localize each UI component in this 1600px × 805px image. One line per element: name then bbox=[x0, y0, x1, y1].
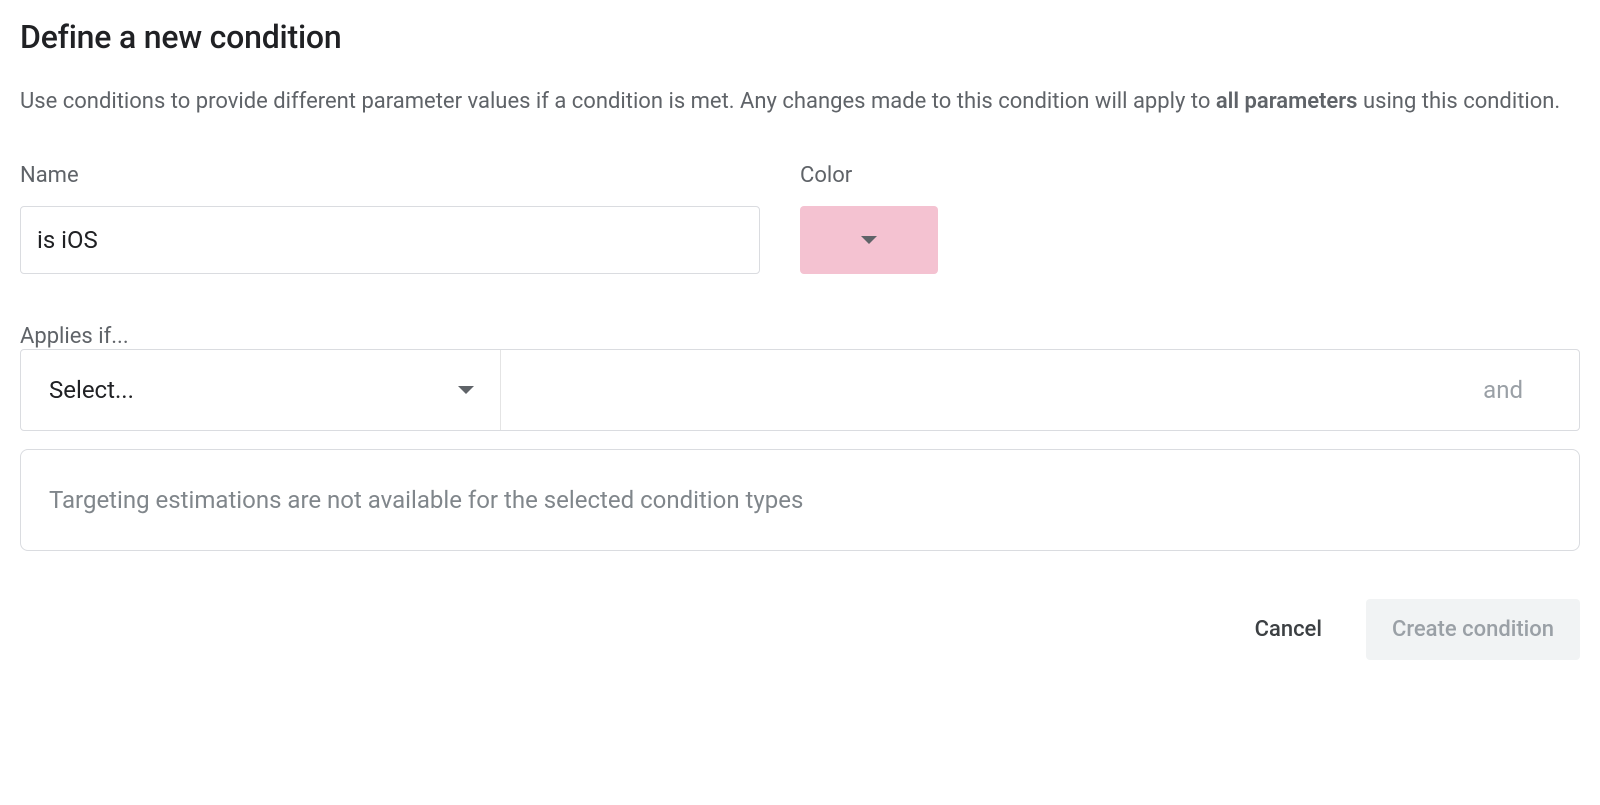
color-selector[interactable] bbox=[800, 206, 938, 274]
and-label[interactable]: and bbox=[1483, 376, 1579, 404]
cancel-button[interactable]: Cancel bbox=[1235, 603, 1342, 656]
condition-select[interactable]: Select... bbox=[21, 350, 501, 430]
chevron-down-icon bbox=[458, 386, 474, 394]
applies-row: Select... and bbox=[20, 349, 1580, 431]
name-label: Name bbox=[20, 163, 760, 188]
applies-label: Applies if... bbox=[20, 324, 129, 349]
name-input[interactable] bbox=[20, 206, 760, 274]
info-box: Targeting estimations are not available … bbox=[20, 449, 1580, 551]
name-field-group: Name bbox=[20, 163, 760, 274]
select-placeholder: Select... bbox=[49, 376, 134, 404]
button-row: Cancel Create condition bbox=[20, 599, 1580, 660]
create-condition-button[interactable]: Create condition bbox=[1366, 599, 1580, 660]
description-prefix: Use conditions to provide different para… bbox=[20, 89, 1216, 114]
info-message: Targeting estimations are not available … bbox=[49, 486, 803, 514]
description-suffix: using this condition. bbox=[1358, 89, 1561, 114]
page-title: Define a new condition bbox=[20, 18, 1580, 56]
chevron-down-icon bbox=[861, 236, 877, 244]
description-text: Use conditions to provide different para… bbox=[20, 84, 1580, 119]
name-color-row: Name Color bbox=[20, 163, 1580, 274]
color-field-group: Color bbox=[800, 163, 938, 274]
color-label: Color bbox=[800, 163, 938, 188]
description-bold: all parameters bbox=[1216, 89, 1358, 114]
applies-container: Applies if... Select... and bbox=[20, 324, 1580, 431]
